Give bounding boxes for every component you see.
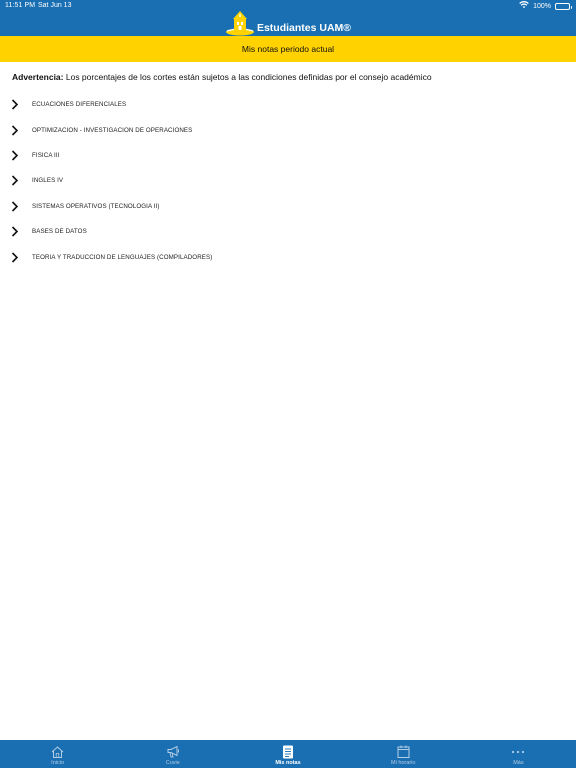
university-building-logo [225,9,255,36]
chevron-right-icon [10,175,20,187]
course-name: INGLES IV [32,177,64,185]
warning-text: Los porcentajes de los cortes están suje… [63,72,432,82]
chevron-right-icon [10,226,20,238]
bottom-tab-bar: Inicio Cuvie Mis notas Mi horario Más [0,740,576,768]
tab-label: Cuvie [165,759,180,766]
chevron-right-icon [10,251,20,263]
tab-label: Mis notas [275,759,301,766]
app-root: 11:51 PM Sat Jun 13 100% Estudiantes UAM… [0,0,576,768]
tab-label: Más [513,759,524,766]
document-icon [281,745,295,759]
course-name: BASES DE DATOS [32,228,87,236]
tab-mas[interactable]: Más [461,740,576,768]
course-item-compiladores[interactable]: TEORIA Y TRADUCCION DE LENGUAJES (COMPIL… [0,244,576,269]
course-name: ECUACIONES DIFERENCIALES [32,101,127,109]
tab-cuvie[interactable]: Cuvie [115,740,230,768]
home-icon [51,745,65,759]
warning-message: Advertencia: Los porcentajes de los cort… [12,72,564,82]
chevron-right-icon [10,200,20,212]
course-item-optimizacion[interactable]: OPTIMIZACION - INVESTIGACION DE OPERACIO… [0,117,576,142]
tab-mis-notas[interactable]: Mis notas [230,740,345,768]
course-name: TEORIA Y TRADUCCION DE LENGUAJES (COMPIL… [32,253,213,261]
megaphone-icon [166,745,180,759]
course-list: ECUACIONES DIFERENCIALES OPTIMIZACION - … [0,92,576,270]
tab-mi-horario[interactable]: Mi horario [346,740,461,768]
top-header: 11:51 PM Sat Jun 13 100% Estudiantes UAM… [0,0,576,36]
tab-label: Inicio [51,759,65,766]
chevron-right-icon [10,99,20,111]
course-name: SISTEMAS OPERATIVOS (TECNOLOGIA II) [32,202,160,210]
course-item-bases-de-datos[interactable]: BASES DE DATOS [0,219,576,244]
course-name: FISICA III [32,151,60,159]
course-item-ecuaciones-diferenciales[interactable]: ECUACIONES DIFERENCIALES [0,92,576,117]
course-name: OPTIMIZACION - INVESTIGACION DE OPERACIO… [32,126,193,134]
brand: Estudiantes UAM® [0,8,576,36]
course-item-ingles-iv[interactable]: INGLES IV [0,168,576,193]
app-title: Estudiantes UAM® [256,22,352,34]
more-dots-icon [511,745,525,759]
section-title-bar: Mis notas periodo actual [0,36,576,62]
tab-label: Mi horario [390,759,416,766]
tab-inicio[interactable]: Inicio [0,740,115,768]
section-title: Mis notas periodo actual [241,44,335,54]
course-item-fisica-iii[interactable]: FISICA III [0,143,576,168]
chevron-right-icon [10,124,20,136]
warning-label: Advertencia: [12,72,64,82]
course-item-sistemas-operativos[interactable]: SISTEMAS OPERATIVOS (TECNOLOGIA II) [0,194,576,219]
calendar-icon [396,745,410,759]
chevron-right-icon [10,149,20,161]
